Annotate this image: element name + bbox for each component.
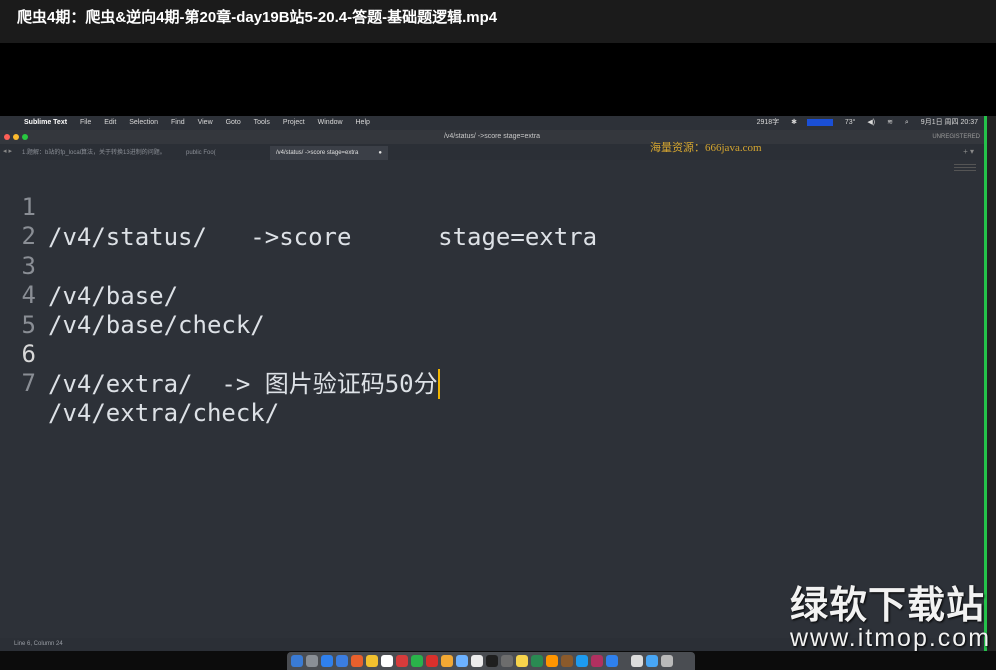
weather-status[interactable]: 73° [845,119,856,126]
finder-icon[interactable] [291,655,303,667]
app-icon[interactable] [426,655,438,667]
menu-goto[interactable]: Goto [226,119,241,126]
menu-help[interactable]: Help [356,119,370,126]
app-icon[interactable] [606,655,618,667]
video-title: 爬虫4期：爬虫&逆向4期-第20章-day19B站5-20.4-答题-基础题逻辑… [0,0,996,43]
app-icon[interactable] [336,655,348,667]
code-line: 5 [0,280,58,339]
folder-icon[interactable] [646,655,658,667]
app-icon[interactable] [501,655,513,667]
clock[interactable]: 9月1日 周四 20:37 [921,119,978,126]
line-text: /v4/extra/ -> 图片验证码50分 [48,370,438,398]
close-tab-icon[interactable]: ● [378,146,382,160]
menu-app-name[interactable]: Sublime Text [24,119,67,126]
line-text: /v4/extra/check/ [48,399,280,427]
code-line: 3 /v4/base/ [0,221,179,310]
terminal-icon[interactable] [486,655,498,667]
code-line: 1 /v4/status/ ->score stage=extra [0,162,598,251]
wechat-icon[interactable] [411,655,423,667]
line-text: /v4/base/check/ [48,311,265,339]
minimap[interactable] [954,164,976,174]
menu-window[interactable]: Window [318,119,343,126]
tab-add-icon[interactable]: + ▾ [963,144,974,160]
tab-bar: ◂ ▸ 1.题解：b站的fp_local算法，关于转换13进制的问题。 publ… [0,144,984,160]
macos-menubar: Sublime Text File Edit Selection Find Vi… [0,116,984,130]
code-line-current: 6 /v4/extra/ -> 图片验证码50分 [0,309,440,399]
menu-tools[interactable]: Tools [254,119,270,126]
wifi-icon[interactable]: ≋ [887,119,893,126]
app-icon[interactable] [561,655,573,667]
site-watermark-url: www.itmop.com [790,624,992,652]
line-text: /v4/status/ ->score stage=extra [48,223,598,251]
app-icon[interactable] [441,655,453,667]
menu-project[interactable]: Project [283,119,305,126]
line-text-wrap: /v4/extra/ -> 图片验证码50分 [48,369,440,399]
bluetooth-icon[interactable]: ✱ [791,119,797,126]
menubar-status: 2918字 ✱ 73° ◀) ≋ ⌕ 9月1日 周四 20:37 [747,116,978,130]
cursor-position[interactable]: Line 6, Column 24 [14,641,63,647]
window-title: /v4/status/ ->score stage=extra [443,133,541,140]
text-cursor [437,369,440,399]
tab-scroll-arrows-icon[interactable]: ◂ ▸ [3,144,12,160]
tab-1[interactable]: 1.题解：b站的fp_local算法，关于转换13进制的问题。 [16,146,180,160]
menu-file[interactable]: File [80,119,91,126]
safari-icon[interactable] [321,655,333,667]
recording-border [984,116,996,651]
menu-edit[interactable]: Edit [104,119,116,126]
window-titlebar: /v4/status/ ->score stage=extra UNREGIST… [0,130,984,144]
code-line: 7 /v4/extra/check/ [0,338,280,427]
app-icon[interactable] [456,655,468,667]
firefox-icon[interactable] [351,655,363,667]
menu-list: Sublime Text File Edit Selection Find Vi… [24,116,381,130]
license-label: UNREGISTERED [932,134,980,140]
app-icon[interactable] [591,655,603,667]
trash-icon[interactable] [661,655,673,667]
site-watermark-name: 绿软下载站 [790,585,986,627]
line-number: 7 [21,369,36,397]
preview-icon[interactable] [631,655,643,667]
menu-selection[interactable]: Selection [129,119,158,126]
sublime-icon[interactable] [546,655,558,667]
app-icon[interactable] [531,655,543,667]
tab-2[interactable]: public Foo( [180,146,270,160]
wordcount-status[interactable]: 2918字 [757,119,780,126]
resource-watermark: 海量资源：666java.com [650,142,762,154]
code-line: 4 /v4/base/check/ [0,250,265,339]
tab-1-label: 1.题解：b站的fp_local算法，关于转换13进制的问题。 [22,150,166,156]
app-icon[interactable] [471,655,483,667]
line-text: /v4/base/ [48,282,179,310]
notes-icon[interactable] [516,655,528,667]
code-editor[interactable]: 1 /v4/status/ ->score stage=extra 2 3 /v… [0,160,984,638]
tab-2-label: public Foo( [186,150,216,156]
menu-find[interactable]: Find [171,119,185,126]
minimize-button-icon[interactable] [13,134,19,140]
code-line: 2 [0,191,58,250]
pycharm-icon[interactable] [576,655,588,667]
search-icon[interactable]: ⌕ [905,119,909,126]
calendar-icon[interactable] [381,655,393,667]
tab-3-label: /v4/status/ ->score stage=extra [276,150,359,156]
launchpad-icon[interactable] [306,655,318,667]
volume-icon[interactable]: ◀) [867,119,875,126]
dock-app-icons [287,652,695,670]
menu-view[interactable]: View [198,119,213,126]
chrome-icon[interactable] [366,655,378,667]
tab-3-active[interactable]: /v4/status/ ->score stage=extra ● [270,146,388,160]
zoom-button-icon[interactable] [22,134,28,140]
close-button-icon[interactable] [4,134,10,140]
letterbox [0,43,996,116]
app-icon[interactable] [396,655,408,667]
battery-icon[interactable] [806,118,833,126]
